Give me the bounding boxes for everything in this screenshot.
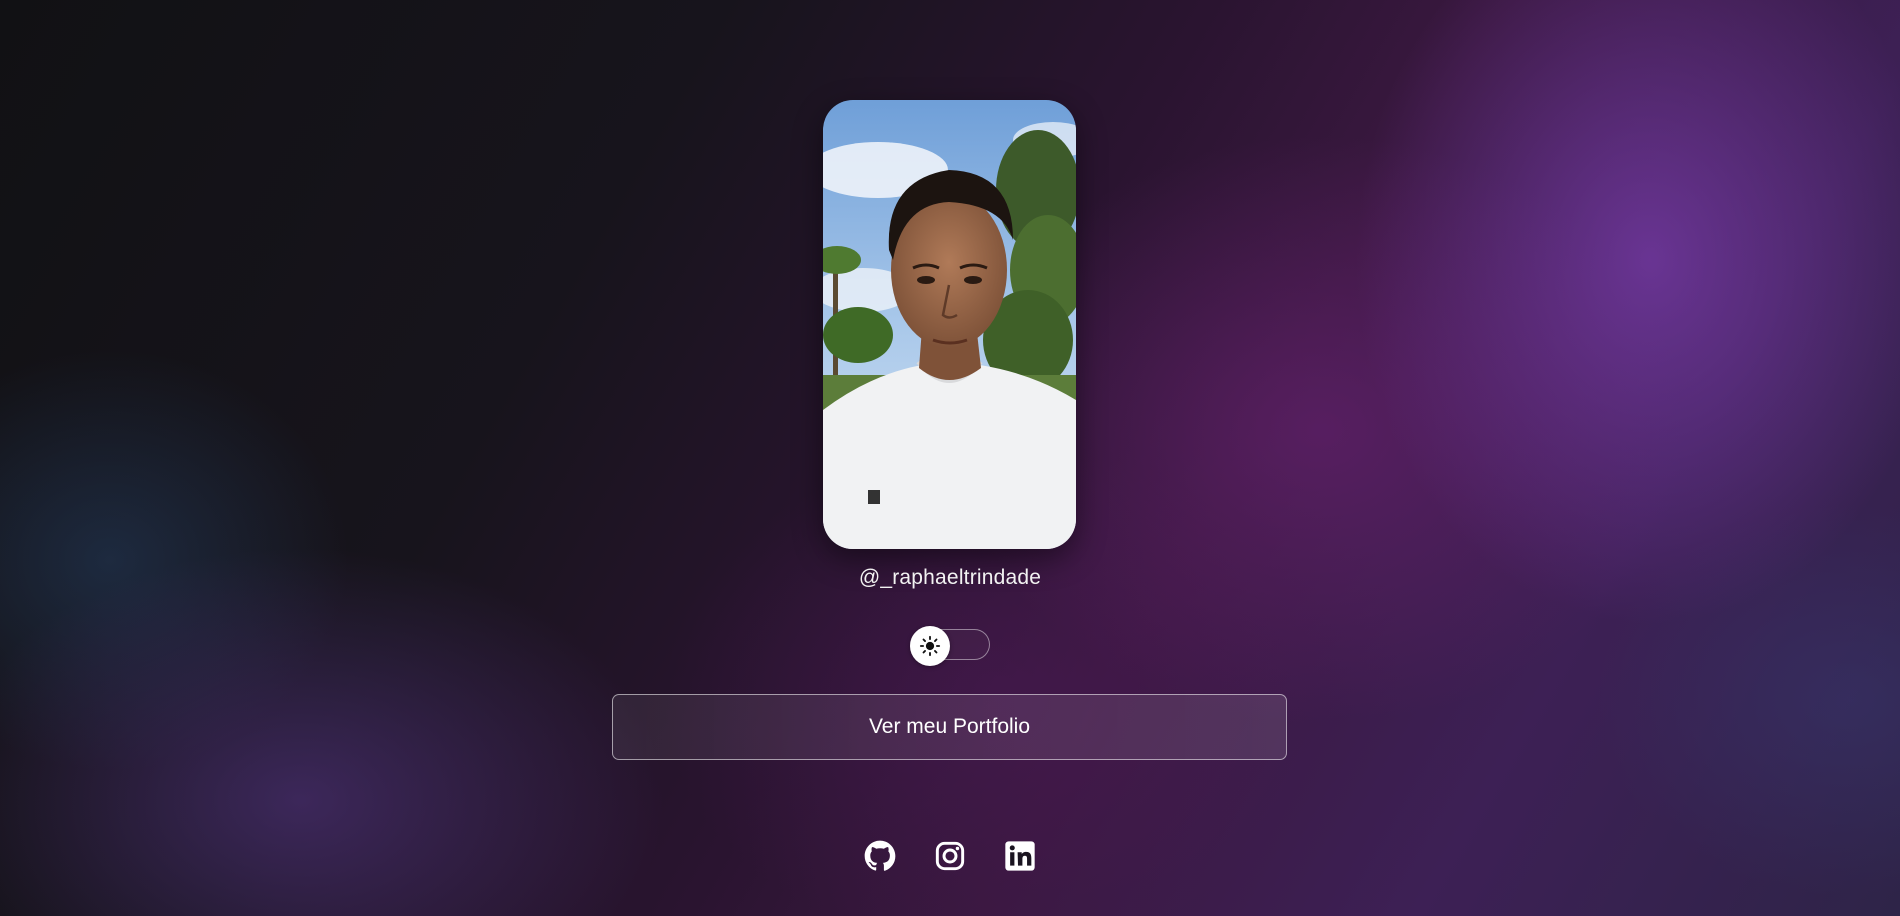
sun-icon bbox=[919, 635, 941, 657]
instagram-icon bbox=[935, 841, 965, 871]
portfolio-button[interactable]: Ver meu Portfolio bbox=[612, 694, 1287, 760]
instagram-link[interactable] bbox=[934, 840, 966, 872]
linkedin-icon bbox=[1005, 841, 1035, 871]
linkedin-link[interactable] bbox=[1004, 840, 1036, 872]
github-icon bbox=[864, 840, 896, 871]
theme-toggle[interactable] bbox=[910, 626, 990, 666]
github-link[interactable] bbox=[864, 840, 896, 872]
toggle-knob[interactable] bbox=[910, 626, 950, 666]
social-links bbox=[0, 840, 1900, 872]
username: @_raphaeltrindade bbox=[858, 566, 1042, 589]
profile-photo bbox=[823, 100, 1076, 549]
profile-photo-image bbox=[823, 100, 1076, 549]
